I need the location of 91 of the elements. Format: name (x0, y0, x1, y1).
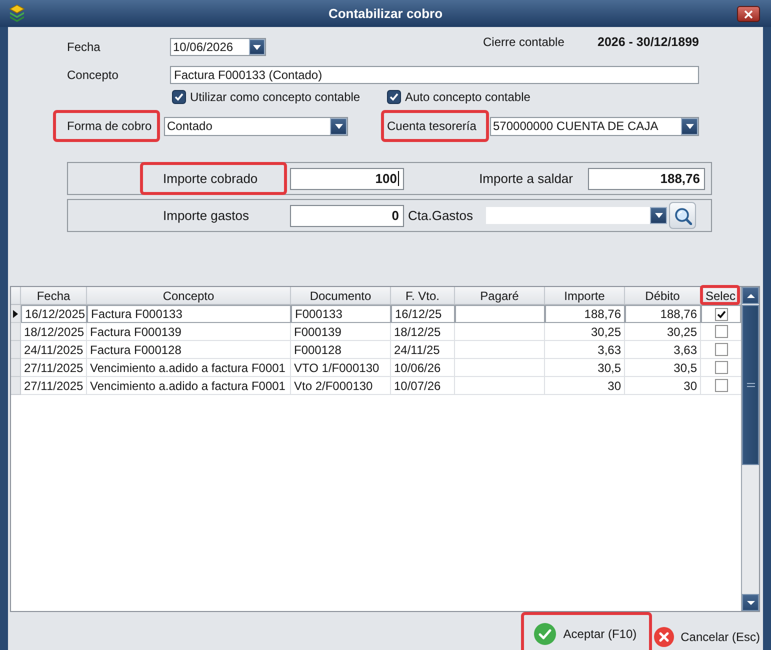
table-cell: Factura F000128 (87, 341, 291, 359)
table-cell: Factura F000133 (87, 305, 291, 323)
search-button[interactable] (669, 202, 696, 229)
table-cell: 16/12/2025 (21, 305, 87, 323)
table-cell: 18/12/25 (391, 323, 455, 341)
field-value: 2026 - 30/12/1899 (598, 34, 699, 51)
table-cell: 18/12/2025 (21, 323, 87, 341)
table-cell: 24/11/2025 (21, 341, 87, 359)
checkbox[interactable] (714, 325, 728, 338)
caret-icon (686, 124, 694, 128)
table-cell: 30 (545, 377, 625, 395)
accept-button[interactable]: Aceptar (F10) (524, 615, 649, 650)
dropdown-button[interactable] (249, 39, 265, 55)
table-cell: 27/11/2025 (21, 359, 87, 377)
table-cell: 30 (625, 377, 701, 395)
table-cell: 30,5 (625, 359, 701, 377)
checkbox[interactable] (387, 90, 401, 104)
field-label: Cta.Gastos (408, 206, 474, 225)
checkbox-label: Auto concepto contable (405, 88, 530, 106)
table-cell: VTO 1/F000130 (291, 359, 391, 377)
checkbox[interactable] (172, 90, 186, 104)
caret-icon (334, 124, 342, 128)
field-label: Importe cobrado (163, 170, 258, 188)
caret-icon (746, 600, 754, 604)
column-header[interactable]: Débito (625, 287, 701, 304)
field-label: Cuenta tesorería (387, 118, 476, 135)
column-header[interactable]: Importe (545, 287, 625, 304)
dropdown-button[interactable] (650, 207, 667, 224)
field-label: Concepto (67, 67, 118, 84)
table-cell: 10/06/26 (391, 359, 455, 377)
grip-icon (746, 383, 754, 387)
column-header[interactable]: Concepto (87, 287, 291, 304)
close-icon (744, 10, 753, 18)
field-label: Fecha (67, 39, 100, 56)
amount-field[interactable]: 100 (290, 168, 404, 190)
caret-icon (253, 44, 261, 50)
table-cell: 3,63 (625, 341, 701, 359)
field-label: Importe a saldar (479, 170, 573, 188)
checkbox[interactable] (714, 343, 728, 356)
row-header[interactable] (11, 305, 21, 323)
table-cell: 30,25 (545, 323, 625, 341)
checkbox[interactable] (714, 361, 728, 374)
table-cell: 188,76 (625, 305, 701, 323)
table-cell: 16/12/25 (391, 305, 455, 323)
table-cell: Vencimiento a.adido a factura F0001 (87, 377, 291, 395)
dropdown-button[interactable] (330, 118, 347, 134)
text-field[interactable]: Factura F000133 (Contado) (170, 66, 699, 84)
field-label: Forma de cobro (67, 118, 152, 135)
check-circle-icon (534, 623, 556, 645)
table-cell: 30,5 (545, 359, 625, 377)
caret-icon (746, 294, 754, 298)
cancel-button[interactable]: Cancelar (Esc) (652, 618, 760, 650)
column-header[interactable]: Pagaré (455, 287, 545, 304)
layers-icon (9, 4, 25, 22)
amount-field[interactable]: 188,76 (588, 168, 705, 190)
checkbox-label: Utilizar como concepto contable (190, 88, 360, 106)
search-icon (674, 206, 692, 224)
table-cell: Vencimiento a.adido a factura F0001 (87, 359, 291, 377)
table-cell: Vto 2/F000130 (291, 377, 391, 395)
column-header[interactable]: Documento (291, 287, 391, 304)
amount-field[interactable]: 0 (290, 204, 404, 226)
date-field[interactable]: 10/06/2026 (170, 38, 266, 56)
close-circle-icon (654, 627, 674, 647)
vertical-scrollbar[interactable] (741, 287, 759, 611)
caret-icon (654, 213, 662, 218)
scroll-down-button[interactable] (742, 594, 759, 611)
table-cell: 24/11/25 (391, 341, 455, 359)
table-cell: F000139 (291, 323, 391, 341)
table-cell: 188,76 (545, 305, 625, 323)
dropdown-field[interactable] (486, 207, 667, 224)
table-cell: 27/11/2025 (21, 377, 87, 395)
checkbox[interactable] (714, 379, 728, 392)
window-title: Contabilizar cobro (328, 4, 443, 23)
table-cell: Factura F000139 (87, 323, 291, 341)
table-cell: F000133 (291, 305, 391, 323)
dropdown-button[interactable] (681, 118, 698, 134)
field-label: Cierre contable (483, 34, 564, 52)
table-cell: F000128 (291, 341, 391, 359)
checkbox[interactable] (714, 308, 728, 320)
column-header[interactable]: Fecha (21, 287, 87, 304)
dropdown-field[interactable]: 570000000 CUENTA DE CAJA (490, 116, 699, 136)
table-cell: 30,25 (625, 323, 701, 341)
scroll-up-button[interactable] (742, 287, 759, 304)
column-header[interactable]: F. Vto. (391, 287, 455, 304)
close-button[interactable] (737, 6, 760, 22)
scrollbar-thumb[interactable] (742, 305, 759, 465)
table-cell: 3,63 (545, 341, 625, 359)
row-pointer-icon (13, 310, 18, 318)
field-label: Importe gastos (163, 206, 249, 225)
dropdown-field[interactable]: Contado (164, 116, 348, 136)
table-cell: 10/07/26 (391, 377, 455, 395)
